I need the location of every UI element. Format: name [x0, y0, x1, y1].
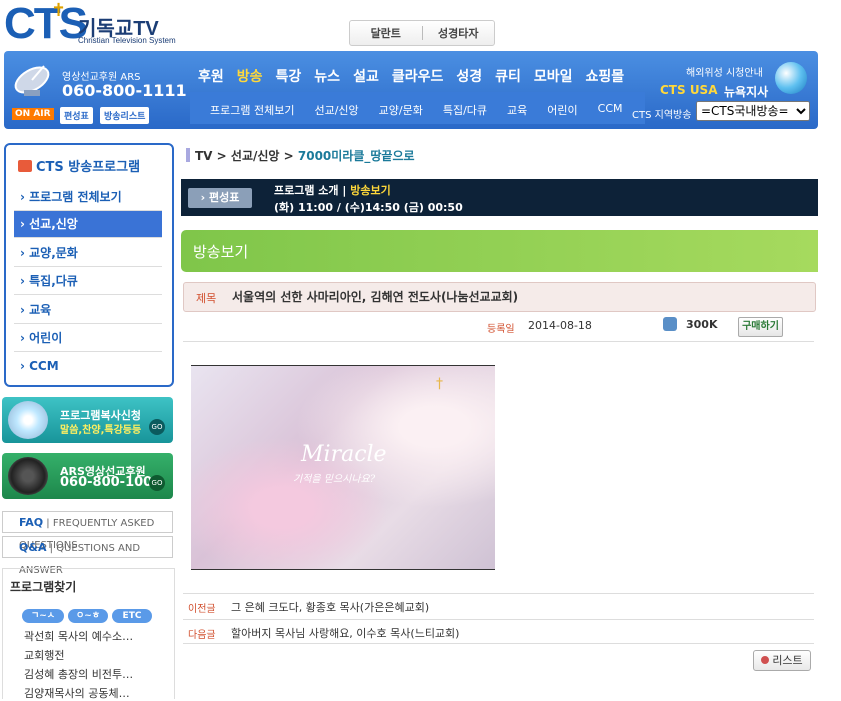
cross-icon: † — [436, 376, 443, 392]
find-item[interactable]: 김양재목사의 공동체… — [24, 685, 130, 701]
phone-icon — [8, 457, 48, 495]
local-broadcast-select[interactable]: =CTS국내방송= — [696, 101, 810, 121]
list-button[interactable]: 리스트 — [753, 650, 811, 671]
top-links: 달란트 성경타자 — [349, 20, 495, 46]
nav-broadcast[interactable]: 방송 — [237, 66, 263, 86]
cts-usa-link[interactable]: CTS USA — [660, 83, 718, 97]
video-subtitle: 기적을 믿으시나요? — [293, 474, 376, 485]
breadcrumb-bar — [186, 148, 190, 162]
view-count-icon — [663, 317, 677, 331]
next-label: 다음글 — [188, 630, 216, 641]
qna-link[interactable]: Q&A | QUESTIONS AND ANSWER — [2, 536, 173, 576]
breadcrumb: TV > 선교/신앙 > 7000미라클_땅끝으로 — [186, 147, 415, 164]
date-label: 등록일 — [487, 324, 515, 335]
ars-donation-banner[interactable]: ARS영상선교후원 060-800-1008 GO — [2, 453, 173, 499]
subnav-ccm[interactable]: CCM — [598, 102, 623, 118]
nav-cloud[interactable]: 클라우드 — [392, 66, 444, 86]
tab-program-intro[interactable]: 프로그램 소개 — [274, 184, 339, 197]
subnav-special[interactable]: 특집/다큐 — [443, 102, 487, 118]
disc-icon — [8, 401, 48, 439]
purchase-button[interactable]: 구매하기 — [738, 317, 783, 337]
prev-post-link[interactable]: 그 은혜 크도다, 황종호 목사(가은은혜교회) — [231, 599, 429, 615]
breadcrumb-current: 7000미라클_땅끝으로 — [297, 149, 415, 163]
program-copy-banner[interactable]: 프로그램복사신청 말씀,찬양,특강등등 GO — [2, 397, 173, 443]
list-icon — [761, 656, 770, 664]
tab-separator: | — [342, 184, 347, 197]
faq-link[interactable]: FAQ | FREQUENTLY ASKED QUESTIONS — [2, 511, 173, 551]
local-broadcast-label: CTS 지역방송 — [632, 110, 692, 121]
sidebar-item-mission[interactable]: › 선교,신앙 — [14, 211, 162, 238]
broadcast-list-button[interactable]: 방송리스트 — [100, 107, 150, 124]
broadcast-times: (화) 11:00 / (수)14:50 (금) 00:50 — [274, 201, 463, 214]
subnav-culture[interactable]: 교양/문화 — [379, 102, 423, 118]
view-count: 300K — [686, 318, 718, 331]
section-title: 방송보기 — [193, 243, 249, 261]
date-value: 2014-08-18 — [528, 319, 592, 332]
find-item[interactable]: 곽선희 목사의 예수소… — [24, 628, 133, 644]
sidebar-item-culture[interactable]: › 교양,문화 — [14, 240, 162, 267]
divider — [183, 341, 814, 342]
cross-icon: ✝ — [51, 0, 67, 21]
program-tabs: 프로그램 소개 | 방송보기 — [274, 182, 391, 198]
go-icon: GO — [149, 419, 165, 435]
next-post-link[interactable]: 할아버지 목사님 사랑해요, 이수호 목사(느티교회) — [231, 625, 459, 641]
divider — [183, 619, 814, 620]
ny-branch-link[interactable]: 뉴욕지사 — [724, 83, 768, 100]
bible-typing-link[interactable]: 성경타자 — [423, 25, 495, 41]
tab-watch[interactable]: 방송보기 — [350, 184, 390, 197]
talent-link[interactable]: 달란트 — [350, 25, 422, 41]
go-icon: GO — [149, 475, 165, 491]
nav-shop[interactable]: 쇼핑몰 — [586, 66, 625, 86]
video-player[interactable]: † Miracle 기적을 믿으시나요? — [191, 365, 495, 570]
filter-etc[interactable]: ETC — [112, 609, 152, 623]
cts-logo[interactable]: CTS — [4, 2, 88, 46]
ars-number: 060-800-1111 — [62, 81, 187, 100]
video-title: Miracle — [301, 442, 387, 467]
sidebar-item-ccm[interactable]: › CCM — [14, 353, 162, 380]
sub-nav: 프로그램 전체보기 선교/신앙 교양/문화 특집/다큐 교육 어린이 CCM — [210, 102, 623, 118]
onair-badge[interactable]: ON AIR — [12, 108, 54, 120]
main-nav: 후원 방송 특강 뉴스 설교 클라우드 성경 큐티 모바일 쇼핑몰 — [198, 66, 624, 86]
sidebar-item-special[interactable]: › 특집,다큐 — [14, 268, 162, 295]
globe-icon — [775, 62, 807, 94]
subnav-all[interactable]: 프로그램 전체보기 — [210, 102, 294, 118]
schedule-button[interactable]: 편성표 — [60, 107, 93, 124]
filter-ieung-hieut[interactable]: ㅇ~ㅎ — [68, 609, 108, 623]
episode-title: 서울역의 선한 사마리아인, 김해연 전도사(나눔선교교회) — [232, 290, 519, 304]
nav-bible[interactable]: 성경 — [456, 66, 482, 86]
banner-sub: 말씀,찬양,특강등등 — [60, 425, 142, 436]
title-label: 제목 — [196, 292, 217, 305]
find-item[interactable]: 교회행전 — [24, 647, 64, 663]
logo-english: Christian Television System — [78, 36, 176, 45]
satellite-icon — [14, 65, 50, 96]
divider — [183, 643, 814, 644]
sidebar-item-all[interactable]: › 프로그램 전체보기 — [14, 184, 162, 211]
subnav-education[interactable]: 교육 — [507, 102, 527, 118]
subnav-mission[interactable]: 선교/신앙 — [314, 102, 358, 118]
breadcrumb-tv[interactable]: TV — [195, 149, 212, 163]
banner-sub: 060-800-1008 — [60, 475, 162, 490]
sidebar-item-education[interactable]: › 교육 — [14, 297, 162, 324]
nav-qt[interactable]: 큐티 — [495, 66, 521, 86]
program-finder-title: 프로그램찾기 — [10, 580, 77, 594]
nav-sermon[interactable]: 설교 — [353, 66, 379, 86]
subnav-kids[interactable]: 어린이 — [547, 102, 577, 118]
tv-icon — [18, 160, 32, 172]
nav-news[interactable]: 뉴스 — [314, 66, 340, 86]
find-item[interactable]: 김성혜 총장의 비전투… — [24, 666, 133, 682]
section-header — [181, 230, 818, 272]
sidebar-item-kids[interactable]: › 어린이 — [14, 325, 162, 352]
nav-donate[interactable]: 후원 — [198, 66, 224, 86]
divider — [183, 593, 814, 594]
nav-lecture[interactable]: 특강 — [276, 66, 302, 86]
schedule-table-button[interactable]: › 편성표 — [188, 188, 252, 208]
program-menu-title: CTS 방송프로그램 — [18, 156, 140, 175]
nav-mobile[interactable]: 모바일 — [534, 66, 573, 86]
filter-giyeok-siot[interactable]: ㄱ~ㅅ — [22, 609, 64, 623]
overseas-guide-link[interactable]: 해외위성 시청안내 — [686, 64, 763, 79]
prev-label: 이전글 — [188, 604, 216, 615]
breadcrumb-mission[interactable]: 선교/신앙 — [231, 149, 280, 163]
